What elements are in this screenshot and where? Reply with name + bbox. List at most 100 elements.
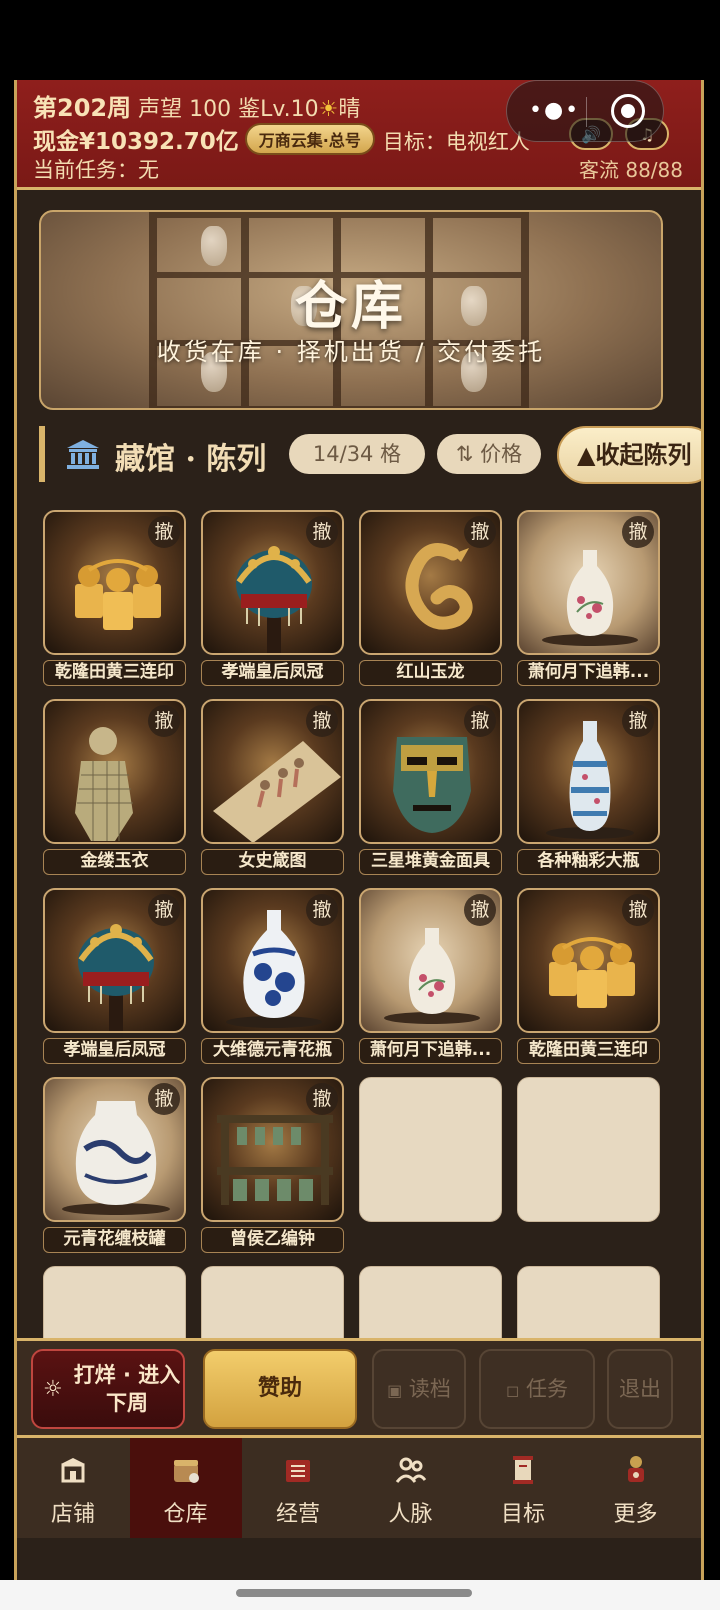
artifact-card[interactable]: 撤: [201, 888, 344, 1033]
artifact-name: 元青花缠枝罐: [43, 1227, 186, 1253]
remove-button[interactable]: 撤: [622, 705, 654, 737]
sponsor-button[interactable]: 赞助: [203, 1349, 357, 1429]
game-frame: 第202周 声望 100 鉴Lv.10☀晴 现金¥10392.70亿 万商云集·总…: [14, 80, 704, 1580]
remove-button[interactable]: 撤: [464, 705, 496, 737]
collapse-display-button[interactable]: ▲收起陈列: [557, 426, 701, 484]
artifact-card[interactable]: 撤: [359, 510, 502, 655]
artifact-name: 各种釉彩大瓶: [517, 849, 660, 875]
artifact-name: 乾隆田黄三连印: [517, 1038, 660, 1064]
artifact-name: 三星堆黄金面具: [359, 849, 502, 875]
artifact-card[interactable]: 撤: [43, 510, 186, 655]
sun-outline-icon: ☼: [43, 1377, 63, 1402]
remove-button[interactable]: 撤: [148, 894, 180, 926]
capsule-divider: [586, 97, 587, 127]
tab-label: 更多: [613, 1502, 658, 1527]
banner-title: 仓库: [294, 276, 407, 337]
task-label: 当前任务：无: [33, 158, 159, 182]
people-icon: [395, 1457, 426, 1483]
home-indicator[interactable]: [236, 1589, 472, 1597]
remove-button[interactable]: 撤: [306, 705, 338, 737]
remove-button[interactable]: 撤: [148, 1083, 180, 1115]
artifact-card[interactable]: 撤: [43, 699, 186, 844]
museum-icon: [67, 440, 99, 469]
next-week-label: 打烊 · 进入下周: [73, 1363, 181, 1415]
next-week-button[interactable]: ☼ 打烊 · 进入下周: [31, 1349, 185, 1429]
artifact-card[interactable]: 撤: [517, 888, 660, 1033]
remove-button[interactable]: 撤: [622, 894, 654, 926]
shop-icon: [61, 1458, 85, 1483]
artifact-card[interactable]: 撤: [201, 510, 344, 655]
gallery-section-header: 藏馆 · 陈列 14/34 格 ⇅ 价格 ▲收起陈列: [39, 426, 701, 484]
empty-slot[interactable]: [359, 1077, 502, 1222]
reputation-label: 声望 100: [138, 97, 232, 122]
miniprogram-capsule: •●•: [506, 80, 664, 142]
bottom-tab-bar: 店铺 仓库 经营 人脉 目标 更多: [17, 1438, 701, 1538]
customer-flow: 客流 88/88: [579, 158, 683, 182]
artifact-card[interactable]: 撤: [43, 888, 186, 1033]
cash-label: 现金¥10392.70亿: [33, 129, 239, 155]
banner-subtitle: 收货在库 · 择机出货 / 交付委托: [156, 338, 546, 366]
artifact-card[interactable]: 撤: [359, 699, 502, 844]
shop-badge[interactable]: 万商云集·总号: [244, 123, 375, 155]
tab-people[interactable]: 人脉: [355, 1438, 467, 1538]
scroll-icon: [513, 1456, 533, 1484]
warehouse-icon: [173, 1460, 199, 1483]
artifact-name: 萧何月下追韩...: [517, 660, 660, 686]
goal-label: 目标：电视红人: [382, 130, 530, 154]
appraisal-level: 鉴Lv.10: [238, 97, 319, 122]
load-save-button[interactable]: ▣ 读档: [372, 1349, 466, 1429]
empty-slot[interactable]: [517, 1077, 660, 1222]
sort-price-button[interactable]: ⇅ 价格: [437, 434, 541, 474]
remove-button[interactable]: 撤: [464, 894, 496, 926]
artifact-name: 曾侯乙编钟: [201, 1227, 344, 1253]
weather-label: 晴: [338, 97, 361, 122]
remove-button[interactable]: 撤: [306, 894, 338, 926]
tab-label: 经营: [275, 1502, 320, 1527]
tab-more[interactable]: 更多: [580, 1438, 692, 1538]
artifact-name: 乾隆田黄三连印: [43, 660, 186, 686]
action-bar: ☼ 打烊 · 进入下周 赞助 ▣ 读档 ◻ 任务 退出: [17, 1338, 701, 1438]
quit-button[interactable]: 退出: [607, 1349, 673, 1429]
section-title: 藏馆 · 陈列: [115, 442, 267, 477]
tab-ledger[interactable]: 经营: [242, 1438, 354, 1538]
warehouse-banner: 仓库 收货在库 · 择机出货 / 交付委托: [39, 210, 663, 410]
artifact-name: 大维德元青花瓶: [201, 1038, 344, 1064]
artifact-card[interactable]: 撤: [201, 699, 344, 844]
status-row-2: 现金¥10392.70亿 万商云集·总号 目标：电视红人: [33, 122, 530, 156]
tab-scroll[interactable]: 目标: [467, 1438, 579, 1538]
artifact-card[interactable]: 撤: [517, 699, 660, 844]
section-accent-bar: [39, 426, 45, 482]
artifact-card[interactable]: 撤: [517, 510, 660, 655]
remove-button[interactable]: 撤: [306, 516, 338, 548]
artifact-card[interactable]: 撤: [359, 888, 502, 1033]
tab-label: 店铺: [50, 1502, 95, 1527]
remove-button[interactable]: 撤: [306, 1083, 338, 1115]
chat-icon: ◻: [506, 1381, 520, 1400]
task-button-label: 任务: [525, 1377, 568, 1401]
remove-button[interactable]: 撤: [148, 705, 180, 737]
ledger-icon: [286, 1460, 310, 1482]
artifact-name: 孝端皇后凤冠: [43, 1038, 186, 1064]
remove-button[interactable]: 撤: [148, 516, 180, 548]
remove-button[interactable]: 撤: [622, 516, 654, 548]
more-dots-icon[interactable]: •●•: [529, 98, 580, 123]
tab-warehouse[interactable]: 仓库: [129, 1438, 242, 1538]
tab-shop[interactable]: 店铺: [17, 1438, 129, 1538]
remove-button[interactable]: 撤: [464, 516, 496, 548]
load-label: 读档: [408, 1377, 451, 1401]
artifact-name: 女史箴图: [201, 849, 344, 875]
artifact-name: 孝端皇后凤冠: [201, 660, 344, 686]
task-button[interactable]: ◻ 任务: [479, 1349, 595, 1429]
artifact-name: 红山玉龙: [359, 660, 502, 686]
artifact-card[interactable]: 撤: [201, 1077, 344, 1222]
status-row-1: 第202周 声望 100 鉴Lv.10☀晴: [33, 88, 360, 123]
tab-label: 目标: [500, 1502, 545, 1527]
more-icon: [627, 1456, 644, 1482]
artifact-card[interactable]: 撤: [43, 1077, 186, 1222]
capacity-chip: 14/34 格: [289, 434, 425, 474]
tab-label: 仓库: [163, 1502, 208, 1527]
week-label: 第202周: [33, 94, 132, 122]
artifact-name: 金缕玉衣: [43, 849, 186, 875]
close-target-icon[interactable]: [611, 94, 645, 128]
folder-icon: ▣: [387, 1381, 403, 1400]
